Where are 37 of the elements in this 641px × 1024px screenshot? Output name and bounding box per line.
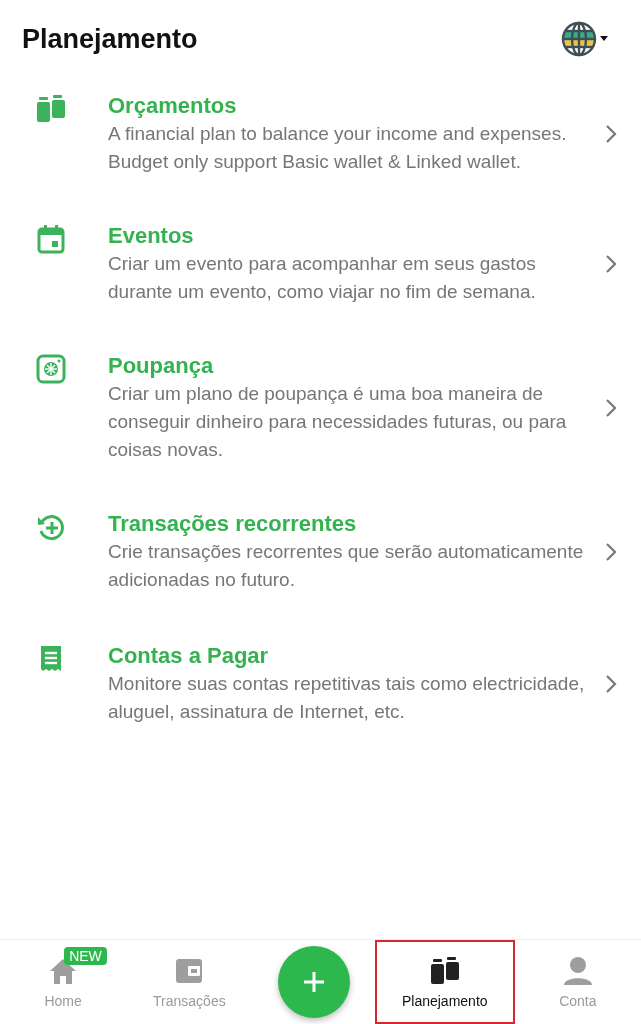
item-description: Monitore suas contas repetitivas tais como electricidade, aluguel, assinatura de Internet, etc. — [108, 672, 586, 724]
chevron-right-icon — [605, 124, 617, 144]
item-description: A financial plan to balance your income and expenses. — [108, 122, 568, 146]
planning-item[interactable]: Transações recorrentes Crie transações recorrentes que serão automaticamente adicionadas no futuro. — [0, 510, 641, 594]
wallet-icon — [174, 957, 205, 985]
item-description: Criar um plano de poupança é uma boa maneira de conseguir dinheiro para necessidades futuras, ou para coisas novas. — [108, 382, 568, 462]
jars-icon — [36, 94, 66, 124]
page-title: Planejamento — [22, 23, 198, 55]
person-icon — [561, 956, 594, 986]
item-description: Crie transações recorrentes que serão automaticamente adicionadas no futuro. — [108, 540, 585, 592]
nav-tab[interactable]: Conta — [514, 940, 641, 1024]
item-description: Budget only support Basic wallet & Linked wallet. — [108, 150, 522, 174]
planning-item[interactable]: Eventos Criar um evento para acompanhar em seus gastos durante um evento, como viajar no fim de semana. — [0, 222, 641, 306]
recurring-add-icon — [36, 512, 66, 542]
planning-item[interactable]: Poupança Criar um plano de poupança é uma boa maneira de conseguir dinheiro para necessidades futuras, ou para coisas novas. — [0, 352, 641, 464]
item-title: Contas a Pagar — [108, 642, 270, 670]
chevron-right-icon — [605, 398, 617, 418]
safe-icon — [36, 354, 66, 384]
planning-item[interactable]: Contas a Pagar Monitore suas contas repetitivas tais como electricidade, aluguel, assinatura de Internet, etc. — [0, 642, 641, 726]
nav-tab[interactable]: Transações — [126, 940, 253, 1024]
chevron-right-icon — [605, 254, 617, 274]
item-description: Criar um evento para acompanhar em seus gastos durante um evento, como viajar no fim de semana. — [108, 252, 537, 304]
plus-icon — [301, 970, 326, 994]
add-button[interactable] — [277, 946, 350, 1018]
calendar-icon — [36, 224, 66, 254]
item-title: Poupança — [108, 352, 215, 380]
new-badge: NEW — [64, 947, 107, 965]
item-title: Eventos — [108, 222, 195, 250]
planning-item[interactable]: Orçamentos A financial plan to balance your income and expenses. Budget only support Basic wallet & Linked wallet. — [0, 92, 641, 176]
item-title: Transações recorrentes — [108, 510, 358, 538]
language-button[interactable] — [561, 19, 609, 59]
chevron-right-icon — [605, 542, 617, 562]
chevron-right-icon — [605, 674, 617, 694]
item-title: Orçamentos — [108, 92, 238, 120]
nav-tab[interactable]: NEW Home — [0, 940, 127, 1024]
nav-tab[interactable]: Planejamento — [374, 940, 515, 1024]
jars-icon — [428, 956, 461, 986]
